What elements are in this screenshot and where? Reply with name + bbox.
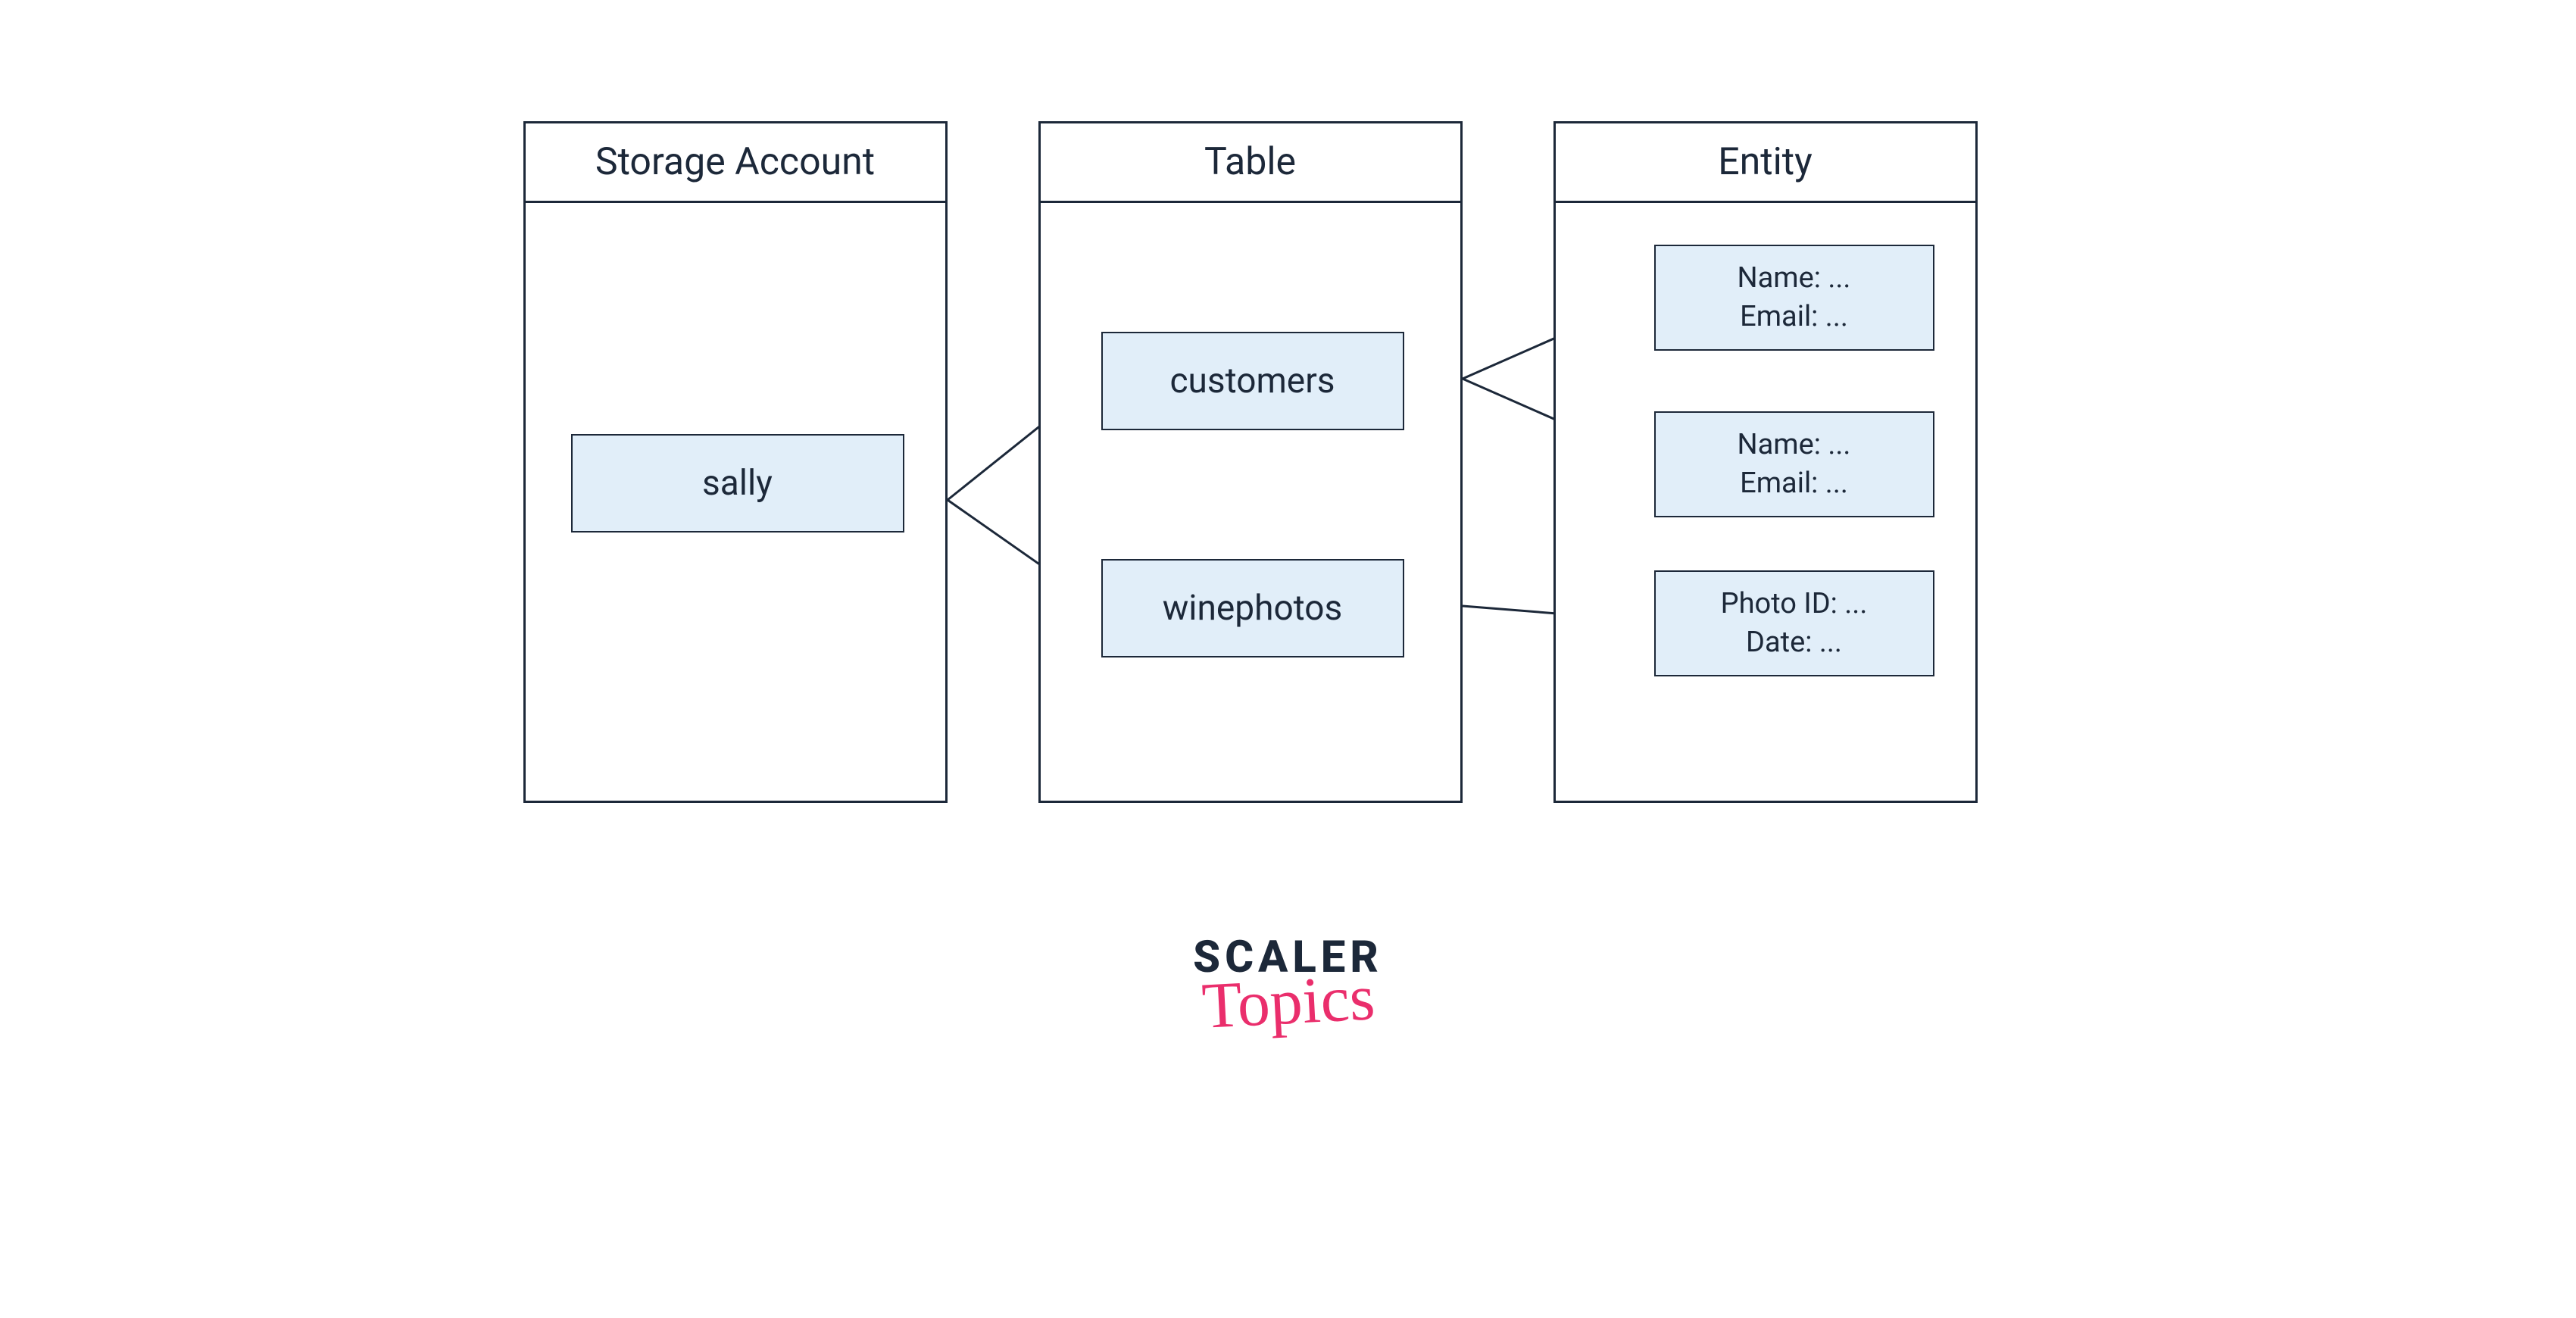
diagram-canvas: Storage Account sally Table customers wi…	[523, 121, 2053, 841]
column-table: Table customers winephotos	[1038, 121, 1463, 803]
node-entity-3: Photo ID: ... Date: ...	[1654, 570, 1934, 676]
column-entity: Entity Name: ... Email: ... Name: ... Em…	[1553, 121, 1978, 803]
entity-field: Photo ID: ...	[1721, 585, 1868, 623]
column-header-storage: Storage Account	[526, 123, 945, 203]
brand-topics-text: Topics	[1200, 959, 1376, 1044]
node-label: sally	[702, 463, 773, 504]
entity-field: Email: ...	[1740, 464, 1848, 503]
entity-field: Date: ...	[1746, 623, 1842, 662]
node-customers: customers	[1101, 332, 1404, 430]
column-header-table: Table	[1041, 123, 1460, 203]
column-header-entity: Entity	[1556, 123, 1975, 203]
entity-field: Name: ...	[1738, 259, 1851, 298]
node-label: customers	[1169, 361, 1335, 401]
entity-field: Name: ...	[1738, 426, 1851, 464]
node-sally: sally	[571, 434, 904, 533]
node-entity-1: Name: ... Email: ...	[1654, 245, 1934, 351]
node-winephotos: winephotos	[1101, 559, 1404, 657]
brand-logo: SCALER Topics	[1137, 932, 1440, 1068]
entity-field: Email: ...	[1740, 298, 1848, 336]
column-storage-account: Storage Account sally	[523, 121, 948, 803]
node-entity-2: Name: ... Email: ...	[1654, 411, 1934, 517]
node-label: winephotos	[1163, 588, 1343, 629]
